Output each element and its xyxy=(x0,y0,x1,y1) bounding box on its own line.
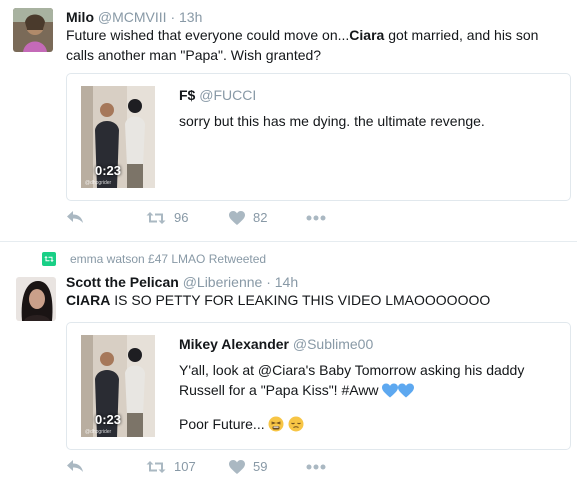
quoted-user-handle[interactable]: @Sublime00 xyxy=(293,336,373,352)
user-name[interactable]: Scott the Pelican xyxy=(66,274,179,290)
tweet-text-bold: Ciara xyxy=(349,27,385,43)
quoted-text-part: Poor Future... xyxy=(179,416,265,432)
avatar[interactable] xyxy=(13,8,53,52)
quoted-tweet[interactable]: 0:23 @dhpgrider F$ @FUCCI sorry but this… xyxy=(66,73,571,201)
quoted-tweet-header: F$ @FUCCI xyxy=(179,87,256,103)
retweet-count: 96 xyxy=(174,210,189,225)
video-thumbnail[interactable]: 0:23 @dhpgrider xyxy=(81,86,155,188)
reply-icon xyxy=(67,460,83,472)
user-name[interactable]: Milo xyxy=(66,9,94,25)
quoted-text-line: Y'all, look at @Ciara's Baby Tomorrow as… xyxy=(179,362,525,378)
more-icon xyxy=(306,464,326,470)
heart-icon xyxy=(229,210,245,225)
quoted-user-name[interactable]: F$ xyxy=(179,87,195,103)
video-duration: 0:23 xyxy=(95,412,122,427)
more-button[interactable] xyxy=(306,215,326,221)
avatar[interactable] xyxy=(16,277,56,321)
retweet-button[interactable]: 107 xyxy=(146,459,196,474)
retweet-icon xyxy=(146,460,166,473)
video-watermark: @dhpgrider xyxy=(85,429,112,435)
tweet-text-bold: CIARA xyxy=(66,292,111,308)
retweeted-by-text[interactable]: emma watson £47 LMAO Retweeted xyxy=(70,252,266,266)
tweet-header: Milo @MCMVIII · 13h xyxy=(66,8,202,26)
quoted-tweet-header: Mikey Alexander @Sublime00 xyxy=(179,336,373,352)
retweet-context: emma watson £47 LMAO Retweeted xyxy=(42,252,266,266)
tweet-text: CIARA IS SO PETTY FOR LEAKING THIS VIDEO… xyxy=(66,290,566,310)
tweet-text-part: IS SO PETTY FOR LEAKING THIS VIDEO LMAOO… xyxy=(110,292,491,308)
video-watermark: @dhpgrider xyxy=(85,180,112,186)
blue-heart-icon xyxy=(382,383,399,398)
blue-heart-icon xyxy=(398,383,415,398)
separator-dot: · xyxy=(266,274,271,290)
video-duration: 0:23 xyxy=(95,163,122,178)
quoted-text-line: Russell for a "Papa Kiss"! #Aww xyxy=(179,380,549,400)
quoted-tweet[interactable]: 0:23 @dhpgrider Mikey Alexander @Sublime… xyxy=(66,322,571,450)
like-count: 59 xyxy=(253,459,268,474)
quoted-tweet-text: sorry but this has me dying. the ultimat… xyxy=(179,113,485,129)
quoted-tweet-text: Y'all, look at @Ciara's Baby Tomorrow as… xyxy=(179,360,549,434)
tweet-actions: 107 59 xyxy=(66,459,366,480)
tweet-text-part: Future wished that everyone could move o… xyxy=(66,27,350,43)
reply-button[interactable] xyxy=(66,459,84,473)
relieved-face-emoji xyxy=(288,416,304,432)
more-icon xyxy=(306,215,326,221)
retweet-button[interactable]: 96 xyxy=(146,210,188,225)
reply-button[interactable] xyxy=(66,210,84,224)
separator-dot: · xyxy=(170,9,176,25)
quoted-user-name[interactable]: Mikey Alexander xyxy=(179,336,289,352)
tweet-header: Scott the Pelican @Liberienne · 14h xyxy=(66,273,298,291)
quoted-text-line: Poor Future... xyxy=(179,414,549,434)
quoted-user-handle[interactable]: @FUCCI xyxy=(199,87,256,103)
heart-icon xyxy=(229,459,245,474)
tweet-text: Future wished that everyone could move o… xyxy=(66,25,566,65)
like-count: 82 xyxy=(253,210,268,225)
more-button[interactable] xyxy=(306,464,326,470)
tweet-milo: Milo @MCMVIII · 13h Future wished that e… xyxy=(0,0,577,242)
retweet-count: 107 xyxy=(174,459,196,474)
video-thumbnail[interactable]: 0:23 @dhpgrider xyxy=(81,335,155,437)
quoted-text-part: Russell for a "Papa Kiss"! #Aww xyxy=(179,382,379,398)
retweet-badge-icon xyxy=(42,252,56,266)
timestamp[interactable]: 14h xyxy=(275,274,298,290)
reply-icon xyxy=(67,211,83,223)
like-button[interactable]: 59 xyxy=(229,459,267,474)
timestamp[interactable]: 13h xyxy=(179,9,202,25)
retweet-icon xyxy=(146,211,166,224)
user-handle[interactable]: @Liberienne xyxy=(183,274,263,290)
tweet-actions: 96 82 xyxy=(66,210,366,232)
like-button[interactable]: 82 xyxy=(229,210,267,225)
tired-face-emoji xyxy=(268,416,284,432)
user-handle[interactable]: @MCMVIII xyxy=(98,9,167,25)
